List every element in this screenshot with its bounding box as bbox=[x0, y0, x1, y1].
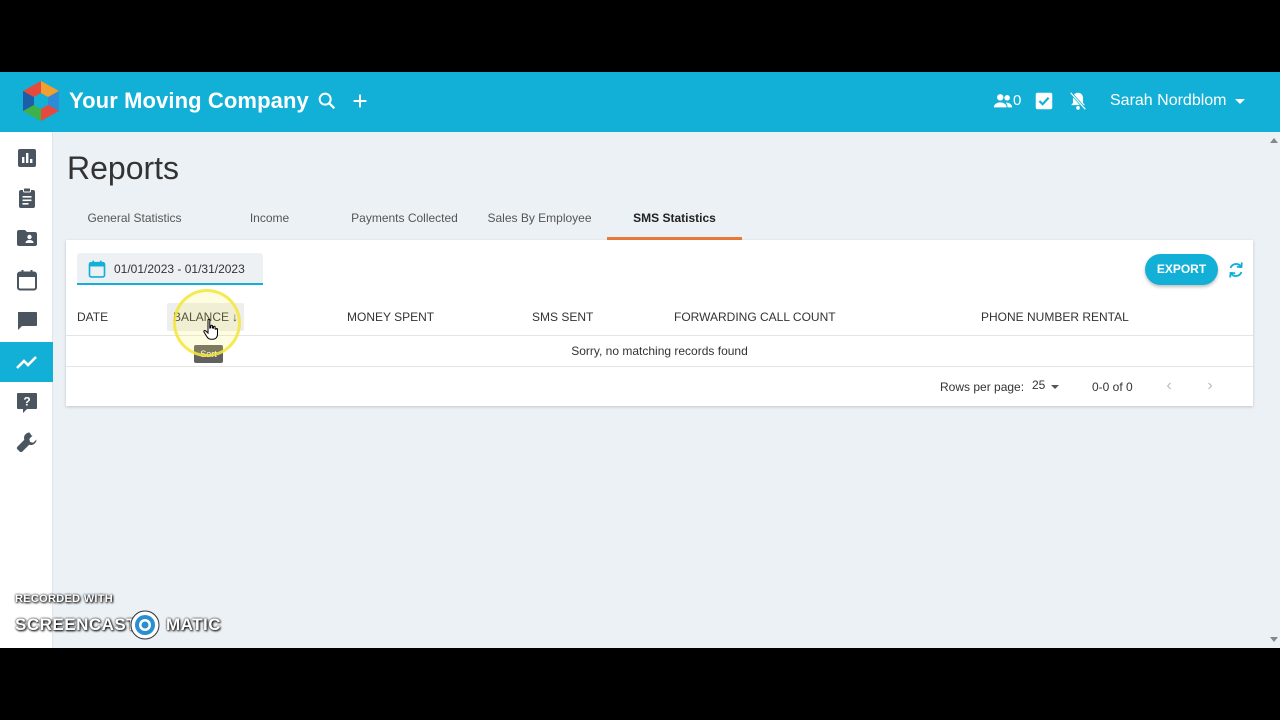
rows-per-page-caret-icon[interactable] bbox=[1051, 385, 1059, 389]
search-icon[interactable] bbox=[316, 90, 338, 112]
refresh-icon[interactable] bbox=[1226, 260, 1246, 280]
tab-payments-collected[interactable]: Payments Collected bbox=[337, 200, 472, 240]
table-pagination: Rows per page: 25 0-0 of 0 ‹ › bbox=[66, 366, 1253, 406]
tab-sms-statistics[interactable]: SMS Statistics bbox=[607, 200, 742, 240]
watermark-left-word: SCREENCAST bbox=[15, 615, 138, 634]
sidebar-item-messages[interactable] bbox=[0, 300, 53, 340]
table-header: DATE BALANCE ↓ MONEY SPENT SMS SENT FORWA… bbox=[66, 298, 1253, 336]
people-icon[interactable] bbox=[992, 90, 1014, 112]
sidebar-item-calendar[interactable] bbox=[0, 260, 53, 300]
scroll-down-arrow-icon[interactable] bbox=[1270, 637, 1278, 642]
watermark-right-word: MATIC bbox=[166, 615, 222, 634]
svg-text:?: ? bbox=[23, 395, 30, 409]
rows-per-page-select[interactable]: 25 bbox=[1032, 378, 1045, 392]
sidebar: ? bbox=[0, 132, 53, 648]
bar-chart-icon bbox=[17, 149, 36, 167]
app-window: Your Moving Company 0 Sarah Nordblom ? R… bbox=[0, 72, 1280, 648]
next-page-icon[interactable]: › bbox=[1201, 377, 1219, 395]
chat-icon bbox=[17, 312, 37, 330]
column-header-money-spent[interactable]: MONEY SPENT bbox=[347, 298, 434, 336]
notifications-off-icon[interactable] bbox=[1067, 90, 1089, 112]
screencast-logo-icon bbox=[130, 610, 160, 640]
watermark-recorded-with: RECORDED WITH bbox=[15, 593, 114, 605]
sidebar-item-dashboard[interactable] bbox=[0, 138, 53, 178]
trending-icon bbox=[15, 356, 37, 369]
scroll-up-arrow-icon[interactable] bbox=[1270, 138, 1278, 143]
help-icon: ? bbox=[16, 393, 37, 413]
report-card: 01/01/2023 - 01/31/2023 EXPORT DATE BALA… bbox=[66, 240, 1253, 406]
sidebar-item-help[interactable]: ? bbox=[0, 382, 53, 422]
page-range: 0-0 of 0 bbox=[1092, 380, 1133, 394]
user-menu-caret-icon[interactable] bbox=[1235, 99, 1245, 104]
letterbox-top bbox=[0, 0, 1280, 72]
folder-user-icon bbox=[16, 230, 37, 246]
company-logo-icon[interactable] bbox=[19, 79, 63, 123]
date-range-picker[interactable]: 01/01/2023 - 01/31/2023 bbox=[77, 253, 263, 285]
previous-page-icon[interactable]: ‹ bbox=[1160, 377, 1178, 395]
hand-cursor-icon bbox=[203, 318, 218, 340]
column-header-phone-number-rental[interactable]: PHONE NUMBER RENTAL bbox=[981, 298, 1129, 336]
wrench-icon bbox=[16, 432, 36, 453]
add-icon[interactable] bbox=[349, 90, 371, 112]
page-title: Reports bbox=[67, 150, 180, 186]
sidebar-item-settings[interactable] bbox=[0, 422, 53, 462]
column-header-date[interactable]: DATE bbox=[77, 298, 108, 336]
company-name[interactable]: Your Moving Company bbox=[69, 88, 309, 114]
people-count: 0 bbox=[1013, 92, 1022, 109]
user-menu-name[interactable]: Sarah Nordblom bbox=[1110, 92, 1227, 110]
export-button[interactable]: EXPORT bbox=[1145, 254, 1218, 285]
letterbox-bottom bbox=[0, 648, 1280, 720]
date-range-value: 01/01/2023 - 01/31/2023 bbox=[114, 262, 245, 276]
calendar-icon bbox=[88, 260, 106, 278]
screencast-watermark: RECORDED WITH SCREENCAST MATIC bbox=[15, 593, 221, 640]
column-header-sms-sent[interactable]: SMS SENT bbox=[532, 298, 593, 336]
calendar-icon bbox=[16, 270, 37, 291]
sidebar-item-reports[interactable] bbox=[0, 342, 53, 382]
rows-per-page-label: Rows per page: bbox=[940, 380, 1025, 394]
tasks-checkbox-icon[interactable] bbox=[1033, 90, 1055, 112]
empty-table-message: Sorry, no matching records found bbox=[571, 344, 748, 358]
tab-general-statistics[interactable]: General Statistics bbox=[67, 200, 202, 240]
sidebar-item-customers[interactable] bbox=[0, 218, 53, 258]
top-bar: Your Moving Company 0 Sarah Nordblom bbox=[0, 72, 1280, 132]
tab-sales-by-employee[interactable]: Sales By Employee bbox=[472, 200, 607, 240]
clipboard-icon bbox=[18, 187, 35, 208]
column-header-forwarding-call-count[interactable]: FORWARDING CALL COUNT bbox=[674, 298, 836, 336]
sidebar-item-jobs[interactable] bbox=[0, 178, 53, 218]
tab-income[interactable]: Income bbox=[202, 200, 337, 240]
